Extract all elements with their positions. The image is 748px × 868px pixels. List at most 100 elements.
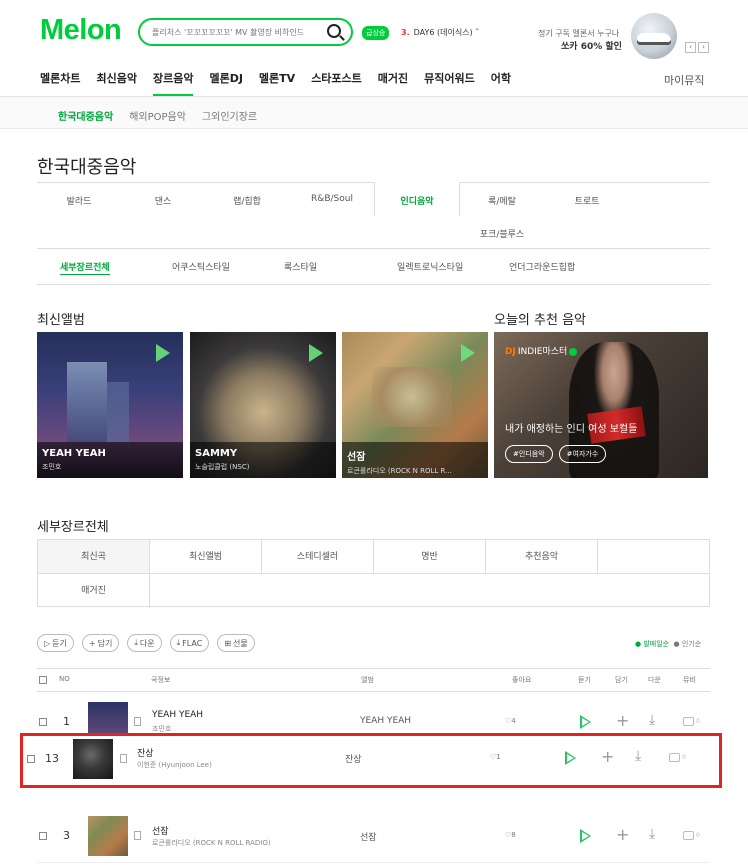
detail-genre-rock[interactable]: 록스타일	[284, 260, 317, 273]
play-button[interactable]	[580, 715, 591, 729]
nav-melon-tv[interactable]: 멜론TV	[259, 70, 295, 96]
album-artist[interactable]: 조민호	[42, 462, 178, 472]
rising-keyword[interactable]: 3. DAY6 (데이식스) ˆ	[401, 27, 479, 38]
add-to-playlist-button[interactable]: +	[601, 749, 614, 765]
song-info-icon[interactable]	[134, 717, 141, 726]
genre-trot[interactable]: 트로트	[545, 194, 629, 207]
song-info-icon[interactable]	[134, 831, 141, 840]
recommend-card[interactable]: DJ INDIE마스터 내가 애정하는 인디 여성 보컬들 #인디음악 #여자가수	[494, 332, 708, 478]
like-button[interactable]: ♡1	[490, 753, 501, 761]
download-button[interactable]: ⤓ 다운	[127, 634, 162, 652]
tag-indie[interactable]: #인디음악	[505, 445, 553, 463]
add-button[interactable]: + 담기	[81, 634, 120, 652]
play-button[interactable]	[565, 751, 576, 765]
nav-genre-music[interactable]: 장르음악	[152, 70, 194, 96]
mv-icon[interactable]	[669, 753, 680, 762]
album-title[interactable]: SAMMY	[195, 448, 331, 459]
listen-button[interactable]: ▷ 듣기	[37, 634, 74, 652]
subnav-korean[interactable]: 한국대중음악	[58, 108, 113, 123]
download-icon[interactable]: ⤓	[649, 826, 655, 842]
detail-genre-acoustic[interactable]: 어쿠스틱스타일	[172, 260, 230, 273]
song-artist[interactable]: 로큰롤라디오 (ROCK N ROLL RADIO)	[152, 838, 271, 848]
sort-release[interactable]: ● 발매일순	[635, 640, 669, 648]
tab-new-albums[interactable]: 최신앨범	[150, 540, 262, 574]
album-card[interactable]: 선잠 로큰롤라디오 (ROCK N ROLL R...	[342, 332, 488, 478]
album-title[interactable]: 선잠	[347, 448, 483, 463]
add-to-playlist-button[interactable]: +	[616, 827, 629, 843]
detail-genre-underground[interactable]: 언더그라운드힙합	[509, 260, 575, 273]
genre-rock[interactable]: 록/메탈	[460, 194, 544, 207]
song-title[interactable]: 잔상	[137, 746, 154, 759]
genre-folk[interactable]: 포크/블루스	[460, 227, 544, 240]
play-icon[interactable]	[156, 344, 170, 362]
add-to-playlist-button[interactable]: +	[616, 713, 629, 729]
melon-logo[interactable]: Melon	[40, 14, 122, 47]
genre-hiphop[interactable]: 랩/힙합	[205, 194, 289, 207]
play-icon[interactable]	[461, 344, 475, 362]
tab-new-songs[interactable]: 최신곡	[38, 540, 150, 574]
album-card[interactable]: SAMMY 노슬립클럽 (NSC)	[190, 332, 336, 478]
tag-female[interactable]: #여자가수	[558, 445, 607, 463]
download-icon[interactable]: ⤓	[649, 712, 655, 728]
dj-tag[interactable]: DJ INDIE마스터	[505, 344, 578, 357]
ad-text-line1[interactable]: 정기 구독 멜론서 누구나	[538, 28, 619, 39]
row-checkbox[interactable]	[39, 718, 47, 726]
download-icon[interactable]: ⤓	[635, 748, 641, 764]
select-all-checkbox[interactable]	[39, 676, 47, 684]
genre-indie[interactable]: 인디음악	[375, 194, 459, 207]
mv-icon[interactable]	[683, 831, 694, 840]
genre-rnb[interactable]: R&B/Soul	[290, 194, 374, 204]
row-checkbox[interactable]	[27, 755, 35, 763]
highlighted-row[interactable]: 13 잔상 이현준 (Hyunjoon Lee) 잔상 ♡1 + ⤓ 0	[20, 733, 722, 788]
flac-button[interactable]: ⤓ FLAC	[169, 634, 210, 652]
nav-new-music[interactable]: 최신음악	[96, 70, 136, 96]
song-album[interactable]: 잔상	[345, 752, 362, 765]
ad-text-line2[interactable]: 쏘카 60% 할인	[561, 39, 622, 52]
album-artist[interactable]: 로큰롤라디오 (ROCK N ROLL R...	[347, 466, 483, 476]
row-checkbox[interactable]	[39, 832, 47, 840]
tab-magazine[interactable]: 매거진	[38, 574, 150, 608]
ad-next-button[interactable]: ›	[698, 42, 709, 53]
nav-magazine[interactable]: 매거진	[378, 70, 408, 96]
song-album[interactable]: 선잠	[360, 830, 377, 843]
like-button[interactable]: ♡8	[505, 831, 516, 839]
tab-masterpiece[interactable]: 명반	[374, 540, 486, 574]
gift-button[interactable]: ⊞ 선물	[217, 634, 255, 652]
search-icon[interactable]	[327, 24, 341, 38]
song-info-icon[interactable]	[120, 754, 127, 763]
play-button[interactable]	[580, 829, 591, 843]
song-artist[interactable]: 이현준 (Hyunjoon Lee)	[137, 760, 212, 770]
mv-icon[interactable]	[683, 717, 694, 726]
sort-popular[interactable]: ● 인기순	[674, 640, 702, 648]
nav-music-award[interactable]: 뮤직어워드	[424, 70, 475, 96]
nav-chart[interactable]: 멜론차트	[40, 70, 80, 96]
album-artist[interactable]: 노슬립클럽 (NSC)	[195, 462, 331, 472]
ad-image[interactable]	[631, 13, 677, 59]
search-input[interactable]	[152, 27, 322, 37]
album-card[interactable]: YEAH YEAH 조민호	[37, 332, 183, 478]
album-thumbnail[interactable]	[73, 739, 113, 779]
album-title[interactable]: YEAH YEAH	[42, 448, 178, 459]
detail-genre-all[interactable]: 세부장르전체	[60, 260, 110, 275]
song-album[interactable]: YEAH YEAH	[360, 716, 411, 726]
nav-language[interactable]: 어학	[491, 70, 511, 96]
ad-prev-button[interactable]: ‹	[685, 42, 696, 53]
song-title[interactable]: 선잠	[152, 824, 169, 837]
play-icon[interactable]	[309, 344, 323, 362]
genre-dance[interactable]: 댄스	[121, 194, 205, 207]
album-thumbnail[interactable]	[88, 816, 128, 856]
subnav-other[interactable]: 그외인기장르	[202, 108, 257, 123]
like-button[interactable]: ♡4	[505, 717, 516, 725]
subnav-pop[interactable]: 해외POP음악	[129, 108, 186, 123]
table-row[interactable]: 3 선잠 로큰롤라디오 (ROCK N ROLL RADIO) 선잠 ♡8 + …	[37, 815, 710, 859]
detail-genre-electronic[interactable]: 일렉트로닉스타일	[397, 260, 463, 273]
nav-starpost[interactable]: 스타포스트	[311, 70, 362, 96]
my-music-link[interactable]: 마이뮤직	[664, 72, 704, 88]
search-box[interactable]	[138, 18, 353, 46]
genre-ballad[interactable]: 발라드	[37, 194, 121, 207]
recommend-desc[interactable]: 내가 애정하는 인디 여성 보컬들	[505, 420, 637, 435]
tab-steady[interactable]: 스테디셀러	[262, 540, 374, 574]
nav-melon-dj[interactable]: 멜론DJ	[209, 70, 242, 96]
song-title[interactable]: YEAH YEAH	[152, 710, 203, 720]
tab-recommend[interactable]: 추천음악	[486, 540, 598, 574]
